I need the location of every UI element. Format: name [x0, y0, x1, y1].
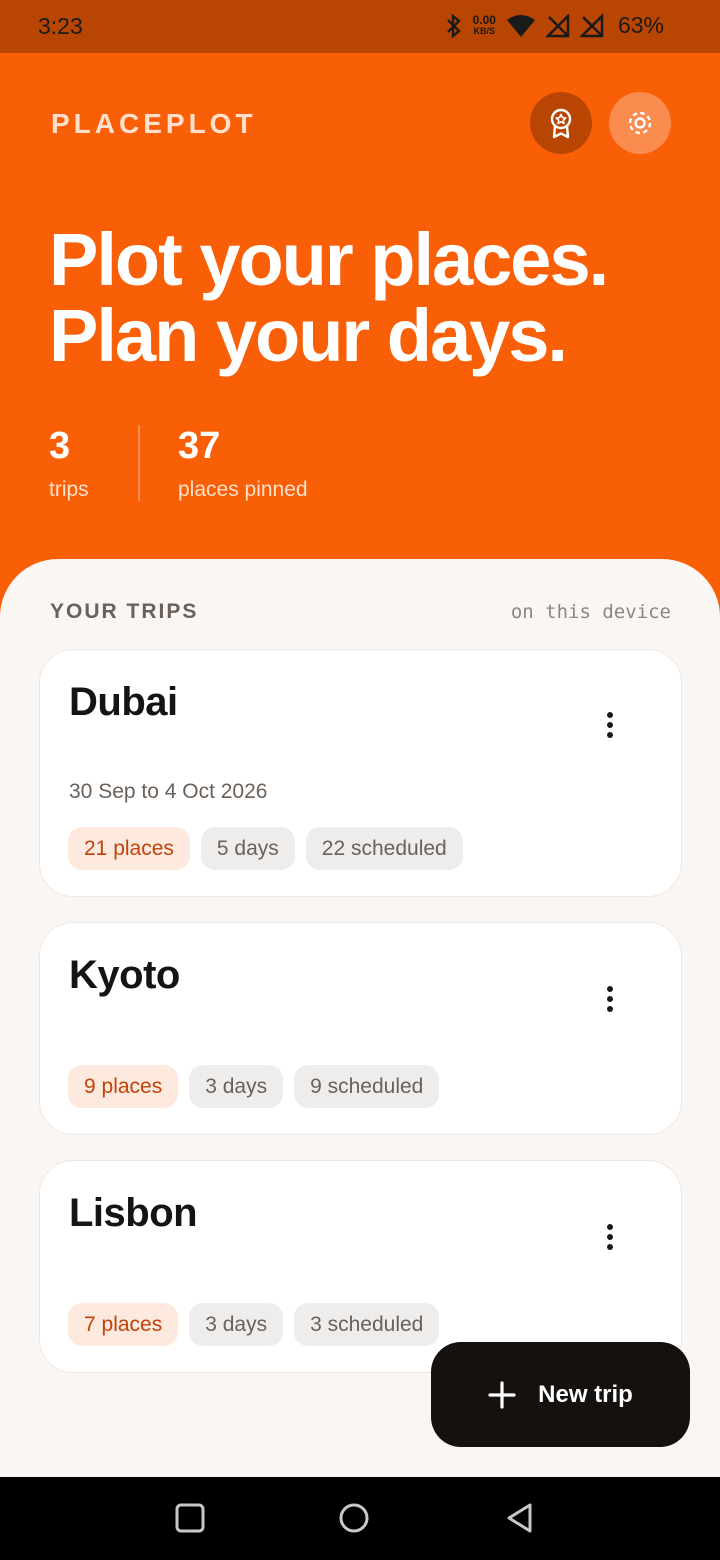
more-vertical-icon[interactable] — [607, 1224, 615, 1250]
bluetooth-icon — [446, 12, 461, 39]
plus-icon — [488, 1380, 516, 1409]
trip-chips: 9 places 3 days 9 scheduled — [68, 1065, 440, 1108]
achievements-button[interactable] — [530, 92, 592, 154]
days-chip: 5 days — [200, 827, 295, 870]
trip-card-kyoto[interactable]: Kyoto 9 places 3 days 9 scheduled — [39, 922, 682, 1135]
more-vertical-icon[interactable] — [607, 986, 615, 1012]
trip-card-dubai[interactable]: Dubai 30 Sep to 4 Oct 2026 21 places 5 d… — [39, 649, 682, 897]
no-signal-icon — [545, 13, 570, 37]
trip-name: Kyoto — [69, 953, 180, 997]
status-icons: 0.00 KB/S 63% — [445, 12, 664, 39]
trip-chips: 21 places 5 days 22 scheduled — [68, 827, 463, 870]
no-signal-icon — [579, 13, 604, 37]
app-brand: PLACEPLOT — [51, 108, 257, 139]
stat-value: 37 — [178, 425, 221, 467]
section-title: YOUR TRIPS — [50, 600, 199, 623]
scheduled-chip: 9 scheduled — [294, 1065, 440, 1108]
scheduled-chip: 3 scheduled — [294, 1303, 440, 1346]
section-note: on this device — [510, 601, 671, 623]
headline-line-2: Plan your days. — [49, 294, 568, 377]
battery-level: 63% — [617, 12, 664, 38]
stat-value: 3 — [49, 425, 71, 467]
stat-label: trips — [49, 478, 89, 501]
trip-name: Dubai — [69, 680, 178, 724]
gear-icon — [628, 111, 652, 135]
places-chip: 9 places — [68, 1065, 179, 1108]
recents-icon[interactable] — [174, 1502, 206, 1534]
new-trip-button[interactable]: New trip — [431, 1342, 690, 1447]
trip-chips: 7 places 3 days 3 scheduled — [68, 1303, 440, 1346]
trip-name: Lisbon — [69, 1191, 198, 1235]
stat-places-pinned: 37 places pinned — [178, 425, 308, 502]
more-vertical-icon[interactable] — [607, 712, 615, 738]
settings-button[interactable] — [609, 92, 671, 154]
headline-line-1: Plot your places. — [49, 218, 609, 301]
home-icon[interactable] — [338, 1502, 370, 1534]
days-chip: 3 days — [189, 1065, 284, 1108]
stats-divider — [138, 425, 140, 501]
new-trip-label: New trip — [538, 1380, 633, 1408]
back-icon[interactable] — [504, 1502, 536, 1534]
places-chip: 21 places — [68, 827, 190, 870]
scheduled-chip: 22 scheduled — [305, 827, 463, 870]
net-speed: 0.00 KB/S — [472, 12, 496, 36]
stat-trips: 3 trips — [49, 425, 89, 502]
trip-dates: 30 Sep to 4 Oct 2026 — [69, 780, 268, 803]
stat-label: places pinned — [178, 478, 308, 501]
headline: Plot your places. Plan your days. — [49, 218, 609, 377]
system-nav-bar — [0, 1477, 720, 1560]
award-icon — [550, 108, 572, 139]
status-bar: 3:23 0.00 KB/S 63% — [0, 0, 720, 53]
places-chip: 7 places — [68, 1303, 179, 1346]
status-time: 3:23 — [38, 13, 83, 39]
wifi-icon — [506, 14, 535, 37]
days-chip: 3 days — [189, 1303, 284, 1346]
